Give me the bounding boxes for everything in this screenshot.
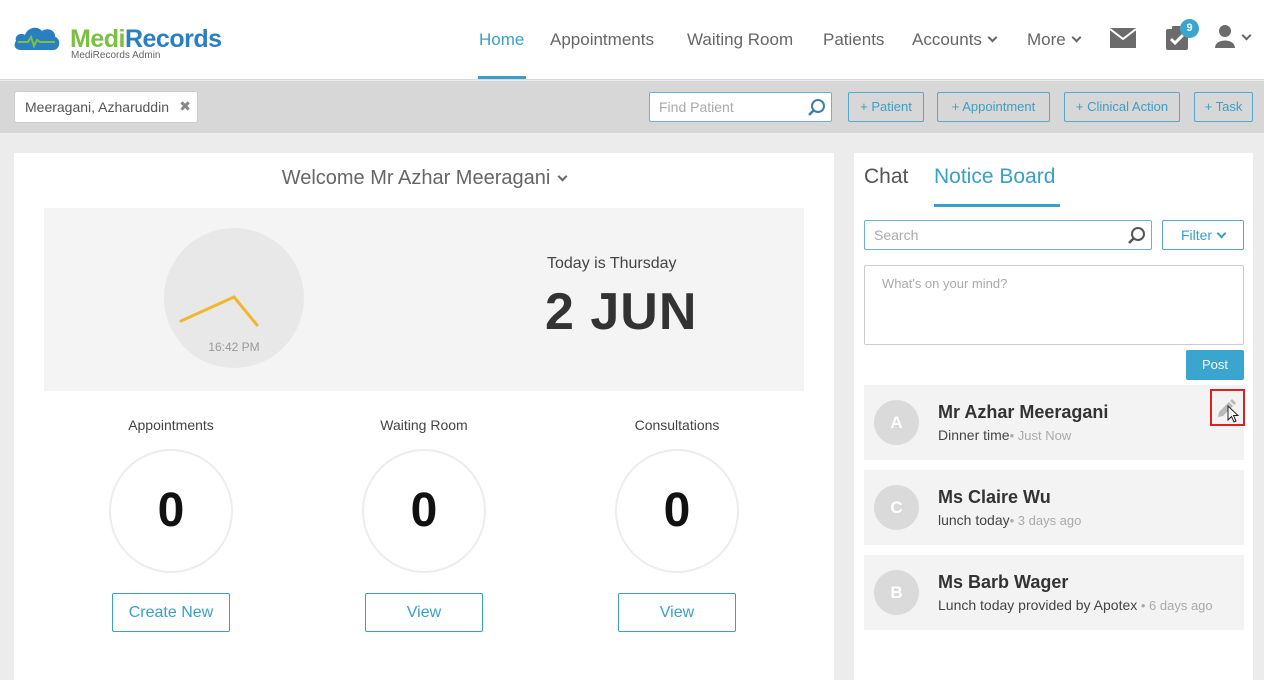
open-patient-tab[interactable]: Meeragani, Azharuddin ✖ [14, 91, 198, 123]
date-time-banner: 16:42 PM Today is Thursday 2 JUN [44, 208, 804, 391]
welcome-title: Welcome Mr Azhar Meeragani [281, 167, 551, 189]
post-composer [864, 265, 1244, 345]
filter-label: Filter [1180, 227, 1213, 243]
add-clinical-action-button[interactable]: + Clinical Action [1064, 92, 1180, 122]
dashboard-panel: Welcome Mr Azhar Meeragani 16:42 PM Toda… [14, 153, 834, 680]
stat-label: Waiting Room [380, 417, 468, 433]
tasks-count-badge: 9 [1180, 19, 1199, 38]
add-patient-button[interactable]: + Patient [848, 92, 924, 122]
notice-item[interactable]: C Ms Claire Wu lunch today• 3 days ago [864, 470, 1244, 545]
action-toolbar: Meeragani, Azharuddin ✖ + Patient + Appo… [0, 81, 1264, 133]
stat-label: Appointments [128, 417, 214, 433]
today-label: Today is Thursday [547, 255, 677, 272]
tab-active-underline [934, 204, 1060, 207]
nav-more-label: More [1027, 30, 1066, 49]
tab-chat[interactable]: Chat [864, 165, 908, 189]
nav-appointments[interactable]: Appointments [550, 30, 654, 50]
notice-item[interactable]: A Mr Azhar Meeragani Dinner time• Just N… [864, 385, 1244, 460]
top-header: MediRecords MediRecords Admin Home Appoi… [0, 0, 1264, 80]
stat-count: 0 [109, 449, 233, 573]
notice-time: • 3 days ago [1009, 513, 1082, 528]
open-patient-name: Meeragani, Azharuddin [25, 99, 169, 115]
notice-text: lunch today [938, 512, 1010, 528]
filter-button[interactable]: Filter [1162, 220, 1244, 250]
chevron-down-icon [1241, 30, 1252, 41]
find-patient-field [649, 92, 832, 122]
notice-item[interactable]: B Ms Barb Wager Lunch today provided by … [864, 555, 1244, 630]
notice-text: Lunch today provided by Apotex [938, 597, 1138, 613]
post-textarea[interactable] [865, 266, 1243, 344]
notice-search-field [864, 220, 1152, 250]
notice-message: Lunch today provided by Apotex • 6 days … [938, 597, 1213, 613]
appointments-stat: Appointments 0 Create New [91, 417, 251, 632]
notice-message: lunch today• 3 days ago [938, 512, 1081, 528]
nav-home[interactable]: Home [479, 30, 524, 50]
chevron-down-icon [987, 32, 998, 43]
waiting-room-stat: Waiting Room 0 View [344, 417, 504, 632]
clock-time: 16:42 PM [208, 340, 260, 354]
chevron-down-icon [1071, 32, 1082, 43]
find-patient-input[interactable] [650, 93, 800, 121]
avatar: B [874, 570, 919, 615]
stat-label: Consultations [634, 417, 720, 433]
avatar: C [874, 485, 919, 530]
stat-count: 0 [362, 449, 486, 573]
user-icon [1215, 25, 1235, 48]
nav-active-underline [478, 76, 526, 79]
notice-author: Ms Claire Wu [938, 487, 1051, 507]
notice-time: • Just Now [1009, 428, 1072, 443]
consultations-stat: Consultations 0 View [597, 417, 757, 632]
main-nav: Home Appointments Waiting Room Patients … [0, 0, 1264, 80]
close-icon[interactable]: ✖ [179, 98, 191, 115]
view-waiting-room-button[interactable]: View [365, 593, 483, 632]
chevron-down-icon [557, 171, 568, 182]
cursor-icon [1227, 405, 1240, 423]
add-task-button[interactable]: + Task [1194, 92, 1253, 122]
stat-count: 0 [615, 449, 739, 573]
notice-board-panel: Chat Notice Board Filter Post A Mr Azhar… [854, 153, 1253, 680]
nav-accounts-label: Accounts [912, 30, 982, 49]
tab-notice-board[interactable]: Notice Board [934, 165, 1055, 189]
mail-icon[interactable] [1110, 28, 1136, 48]
search-icon[interactable] [807, 98, 827, 118]
nav-waiting-room[interactable]: Waiting Room [687, 30, 793, 50]
avatar: A [874, 400, 919, 445]
edit-notice-highlight [1210, 389, 1245, 426]
search-icon[interactable] [1127, 226, 1147, 246]
notice-search-input[interactable] [865, 221, 1120, 249]
notice-author: Mr Azhar Meeragani [938, 402, 1109, 422]
today-date: 2 JUN [545, 283, 698, 341]
add-appointment-button[interactable]: + Appointment [937, 92, 1050, 122]
create-new-button[interactable]: Create New [112, 593, 230, 632]
notice-time: • 6 days ago [1137, 598, 1213, 613]
notice-message: Dinner time• Just Now [938, 427, 1071, 443]
nav-patients[interactable]: Patients [823, 30, 884, 50]
post-button[interactable]: Post [1186, 350, 1244, 380]
notice-text: Dinner time [938, 427, 1010, 443]
view-consultations-button[interactable]: View [618, 593, 736, 632]
analog-clock: 16:42 PM [164, 228, 304, 368]
user-menu[interactable] [1214, 24, 1254, 50]
nav-accounts[interactable]: Accounts [912, 30, 998, 50]
chevron-down-icon [1216, 228, 1227, 239]
notice-author: Ms Barb Wager [938, 572, 1069, 592]
welcome-menu[interactable]: Welcome Mr Azhar Meeragani [14, 167, 834, 190]
nav-more[interactable]: More [1027, 30, 1082, 50]
